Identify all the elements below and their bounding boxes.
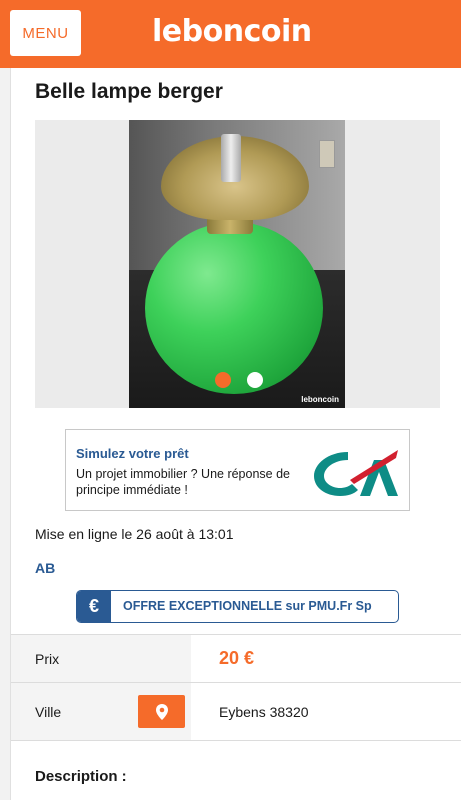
map-pin-icon[interactable]	[138, 695, 185, 728]
ad-text: Un projet immobilier ? Une réponse de pr…	[76, 467, 290, 497]
posted-date: Mise en ligne le 26 août à 13:01	[35, 526, 234, 542]
listing-photo[interactable]: leboncoin	[129, 120, 345, 408]
listing-page: Belle lampe berger leboncoin Simulez vot…	[10, 68, 461, 800]
lamp-globe	[145, 222, 323, 394]
promo-text: OFFRE EXCEPTIONNELLE sur PMU.Fr Sp	[123, 599, 372, 613]
price-value: 20 €	[219, 648, 255, 668]
light-switch-detail	[319, 140, 335, 168]
menu-button[interactable]: MENU	[10, 10, 81, 56]
photo-watermark: leboncoin	[301, 395, 339, 404]
credit-agricole-logo-icon	[314, 450, 398, 496]
price-row: Prix 20 €	[11, 634, 461, 682]
seller-name-link[interactable]: AB	[35, 560, 55, 576]
description-label: Description :	[35, 768, 127, 785]
listing-title: Belle lampe berger	[35, 80, 223, 103]
city-value: Eybens 38320	[219, 703, 309, 720]
gallery-dot-active[interactable]	[215, 372, 231, 388]
promo-banner[interactable]: € OFFRE EXCEPTIONNELLE sur PMU.Fr Sp	[76, 590, 399, 623]
euro-icon: €	[77, 591, 111, 622]
gallery-dot[interactable]	[247, 372, 263, 388]
leboncoin-logo[interactable]: leboncoin	[152, 14, 312, 49]
price-label: Prix	[11, 635, 191, 682]
loan-ad-banner[interactable]: Simulez votre prêt Un projet immobilier …	[65, 429, 410, 511]
photo-gallery[interactable]: leboncoin	[35, 120, 440, 408]
ad-title: Simulez votre prêt	[76, 446, 189, 461]
city-row: Ville Eybens 38320	[11, 682, 461, 740]
top-bar: MENU leboncoin	[0, 0, 461, 68]
